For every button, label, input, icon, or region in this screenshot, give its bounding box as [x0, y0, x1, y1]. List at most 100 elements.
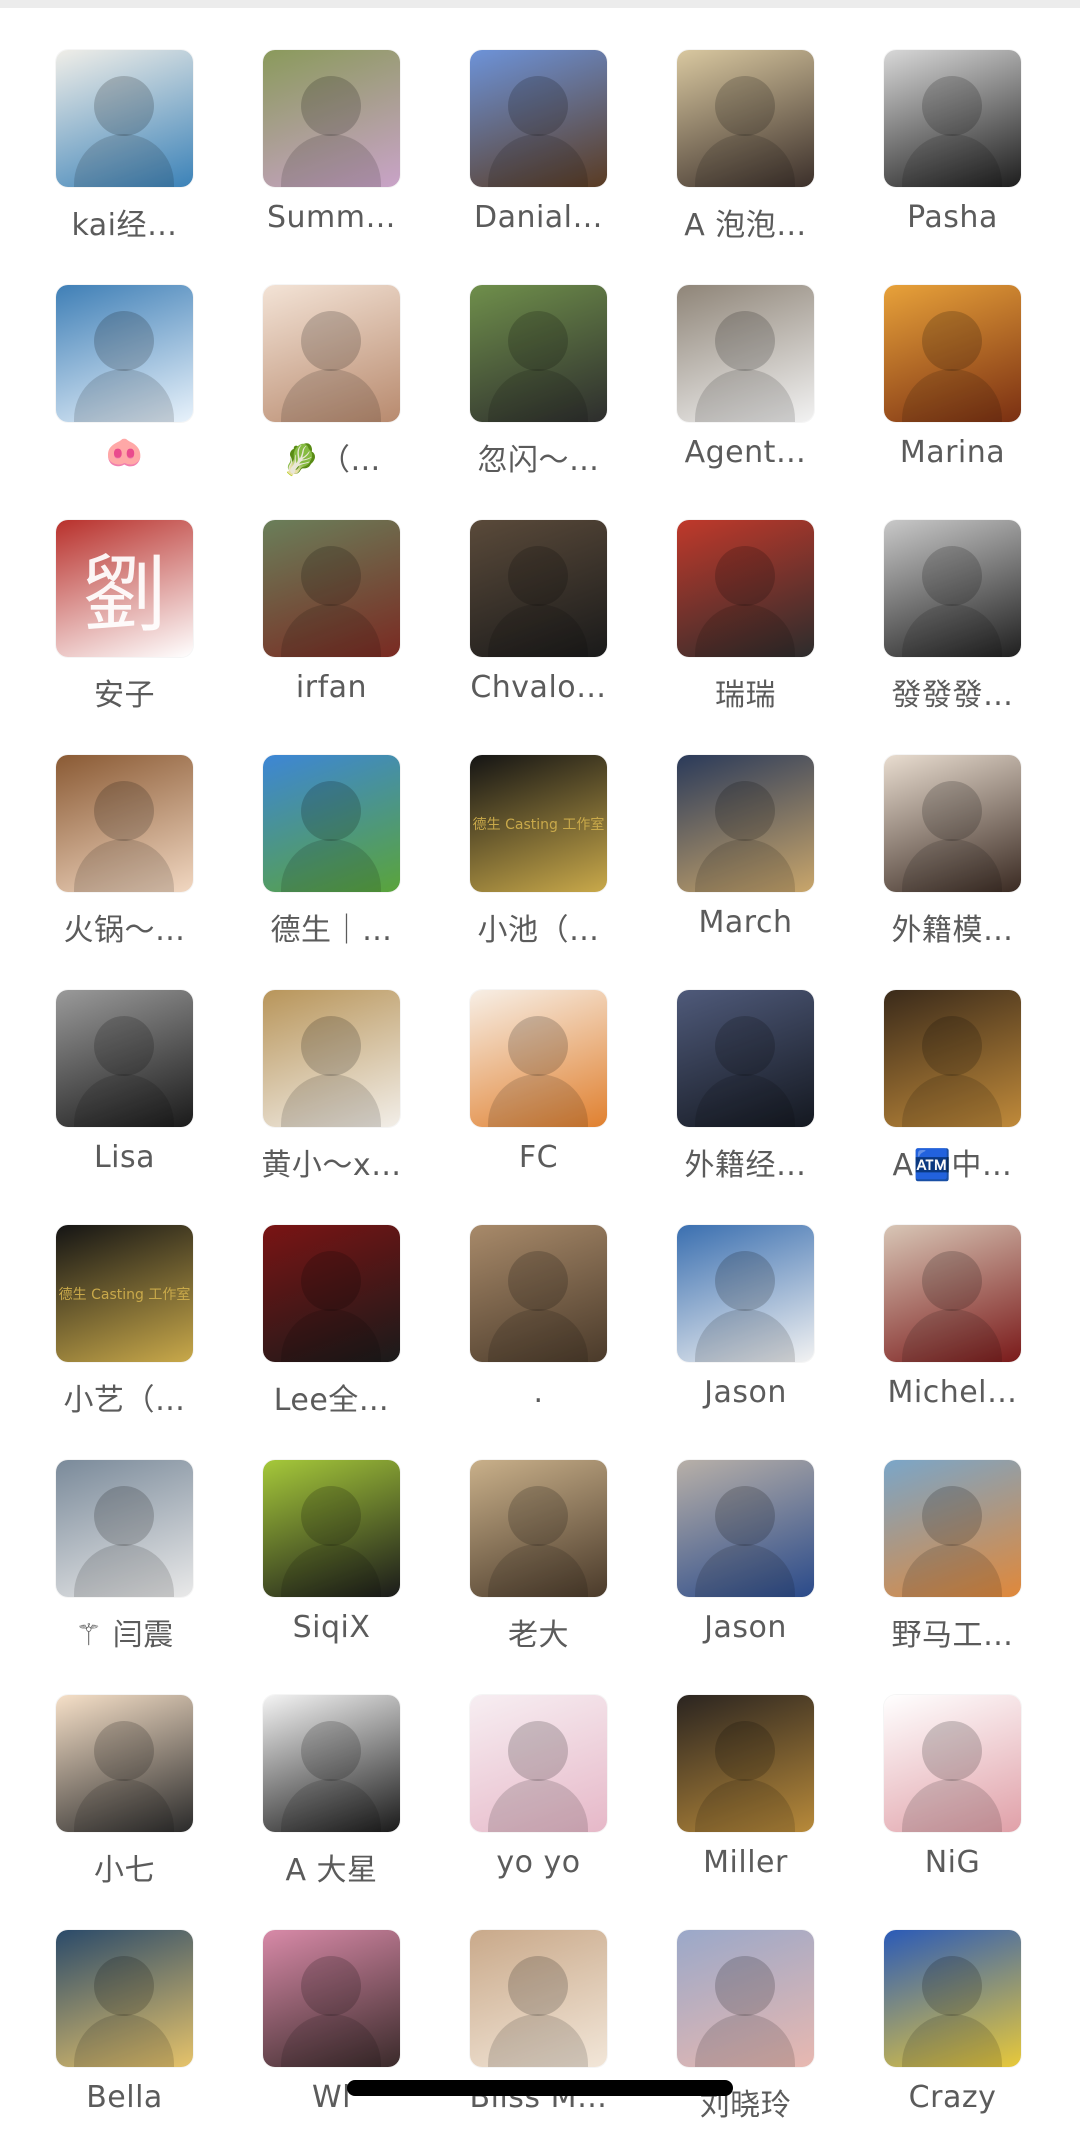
contact-item[interactable]: Chvalo… — [426, 520, 626, 720]
contact-item[interactable]: Crazy — [840, 1930, 1040, 2130]
contact-item[interactable]: Wl — [219, 1930, 419, 2130]
contact-avatar[interactable] — [263, 1930, 400, 2067]
contact-avatar[interactable] — [56, 50, 193, 187]
contact-avatar[interactable] — [263, 50, 400, 187]
contact-item[interactable]: Agent… — [633, 285, 833, 485]
contact-avatar[interactable] — [677, 1225, 814, 1362]
contact-avatar[interactable] — [470, 1930, 607, 2067]
avatar-figure-body-icon — [902, 839, 1002, 892]
contact-avatar[interactable] — [677, 520, 814, 657]
contact-item[interactable]: A 大星 — [219, 1695, 419, 1895]
contact-item[interactable]: Bliss M… — [426, 1930, 626, 2130]
contact-avatar[interactable] — [56, 285, 193, 422]
contact-avatar[interactable] — [263, 1695, 400, 1832]
contact-avatar[interactable] — [677, 1930, 814, 2067]
contact-avatar[interactable] — [677, 990, 814, 1127]
contact-item[interactable]: Lisa — [12, 990, 212, 1190]
avatar-figure-icon — [301, 1251, 361, 1311]
contact-avatar[interactable] — [884, 50, 1021, 187]
contact-avatar[interactable] — [263, 755, 400, 892]
contact-item[interactable]: 🥬（… — [219, 285, 419, 485]
contact-avatar[interactable] — [263, 1225, 400, 1362]
contact-item[interactable]: A 泡泡… — [633, 50, 833, 250]
contact-avatar[interactable] — [470, 1460, 607, 1597]
avatar-figure-icon — [508, 1956, 568, 2016]
contact-avatar[interactable] — [470, 520, 607, 657]
contact-item[interactable]: Pasha — [840, 50, 1040, 250]
contact-name: A🏧中… — [892, 1148, 1013, 1183]
contact-item[interactable]: 老大 — [426, 1460, 626, 1660]
contact-avatar[interactable] — [470, 50, 607, 187]
home-indicator[interactable] — [347, 2080, 733, 2096]
avatar-figure-body-icon — [488, 1074, 588, 1127]
contact-avatar[interactable] — [56, 1930, 193, 2067]
avatar-figure-icon — [715, 546, 775, 606]
contact-item[interactable]: 野马工… — [840, 1460, 1040, 1660]
contact-avatar[interactable] — [677, 50, 814, 187]
contact-item[interactable]: irfan — [219, 520, 419, 720]
contact-avatar[interactable] — [56, 755, 193, 892]
contact-avatar[interactable] — [470, 990, 607, 1127]
contact-avatar[interactable]: 德生 Casting 工作室 — [56, 1225, 193, 1362]
contact-item[interactable]: 德生｜… — [219, 755, 419, 955]
contact-avatar[interactable] — [470, 1225, 607, 1362]
contact-item[interactable]: . — [426, 1225, 626, 1425]
contact-avatar[interactable] — [884, 1930, 1021, 2067]
contact-item[interactable]: 外籍经… — [633, 990, 833, 1190]
contact-item[interactable]: 🐽 — [12, 285, 212, 485]
contact-item[interactable]: A🏧中… — [840, 990, 1040, 1190]
contact-item[interactable]: Danial… — [426, 50, 626, 250]
contact-avatar[interactable] — [263, 990, 400, 1127]
contact-avatar[interactable] — [56, 1695, 193, 1832]
contact-avatar[interactable] — [884, 755, 1021, 892]
contact-avatar[interactable] — [470, 1695, 607, 1832]
contact-avatar[interactable] — [884, 1695, 1021, 1832]
contact-item[interactable]: March — [633, 755, 833, 955]
contact-item[interactable]: FC — [426, 990, 626, 1190]
contact-item[interactable]: Summ… — [219, 50, 419, 250]
contact-avatar[interactable] — [884, 285, 1021, 422]
contact-avatar[interactable] — [470, 285, 607, 422]
contact-avatar[interactable]: 劉 — [56, 520, 193, 657]
contact-avatar[interactable] — [884, 1225, 1021, 1362]
contact-item[interactable]: yo yo — [426, 1695, 626, 1895]
contact-item[interactable]: Bella — [12, 1930, 212, 2130]
contact-avatar[interactable]: 德生 Casting 工作室 — [470, 755, 607, 892]
contact-avatar[interactable] — [677, 1695, 814, 1832]
contact-item[interactable]: Marina — [840, 285, 1040, 485]
contact-name: 小七 — [94, 1853, 155, 1888]
contact-avatar[interactable] — [56, 1460, 193, 1597]
avatar-logo-text: 德生 Casting 工作室 — [58, 1286, 191, 1303]
contact-item[interactable]: 小七 — [12, 1695, 212, 1895]
contact-avatar[interactable] — [263, 520, 400, 657]
contact-item[interactable]: Miller — [633, 1695, 833, 1895]
contact-avatar[interactable] — [677, 285, 814, 422]
contact-item[interactable]: 刘晓玲 — [633, 1930, 833, 2130]
contact-item[interactable]: 黄小～x… — [219, 990, 419, 1190]
contact-item[interactable]: SiqiX — [219, 1460, 419, 1660]
contact-item[interactable]: 德生 Casting 工作室 小艺（… — [12, 1225, 212, 1425]
contact-avatar[interactable] — [884, 1460, 1021, 1597]
contact-item[interactable]: 發發發… — [840, 520, 1040, 720]
contact-avatar[interactable] — [677, 1460, 814, 1597]
contact-name: Marina — [899, 435, 1006, 470]
contact-avatar[interactable] — [263, 1460, 400, 1597]
contact-item[interactable]: 外籍模… — [840, 755, 1040, 955]
contact-item[interactable]: Jason — [633, 1225, 833, 1425]
contact-item[interactable]: 瑞瑞 — [633, 520, 833, 720]
contact-avatar[interactable] — [263, 285, 400, 422]
contact-item[interactable]: ⚚ 闫震 — [12, 1460, 212, 1660]
contact-item[interactable]: kai经… — [12, 50, 212, 250]
contact-item[interactable]: 劉安子 — [12, 520, 212, 720]
contact-item[interactable]: Jason — [633, 1460, 833, 1660]
contact-item[interactable]: 忽闪～… — [426, 285, 626, 485]
contact-item[interactable]: 德生 Casting 工作室 小池（… — [426, 755, 626, 955]
contact-item[interactable]: Michel… — [840, 1225, 1040, 1425]
contact-item[interactable]: 火锅～… — [12, 755, 212, 955]
contact-avatar[interactable] — [884, 990, 1021, 1127]
contact-avatar[interactable] — [884, 520, 1021, 657]
contact-item[interactable]: Lee全… — [219, 1225, 419, 1425]
contact-item[interactable]: NiG — [840, 1695, 1040, 1895]
contact-avatar[interactable] — [56, 990, 193, 1127]
contact-avatar[interactable] — [677, 755, 814, 892]
